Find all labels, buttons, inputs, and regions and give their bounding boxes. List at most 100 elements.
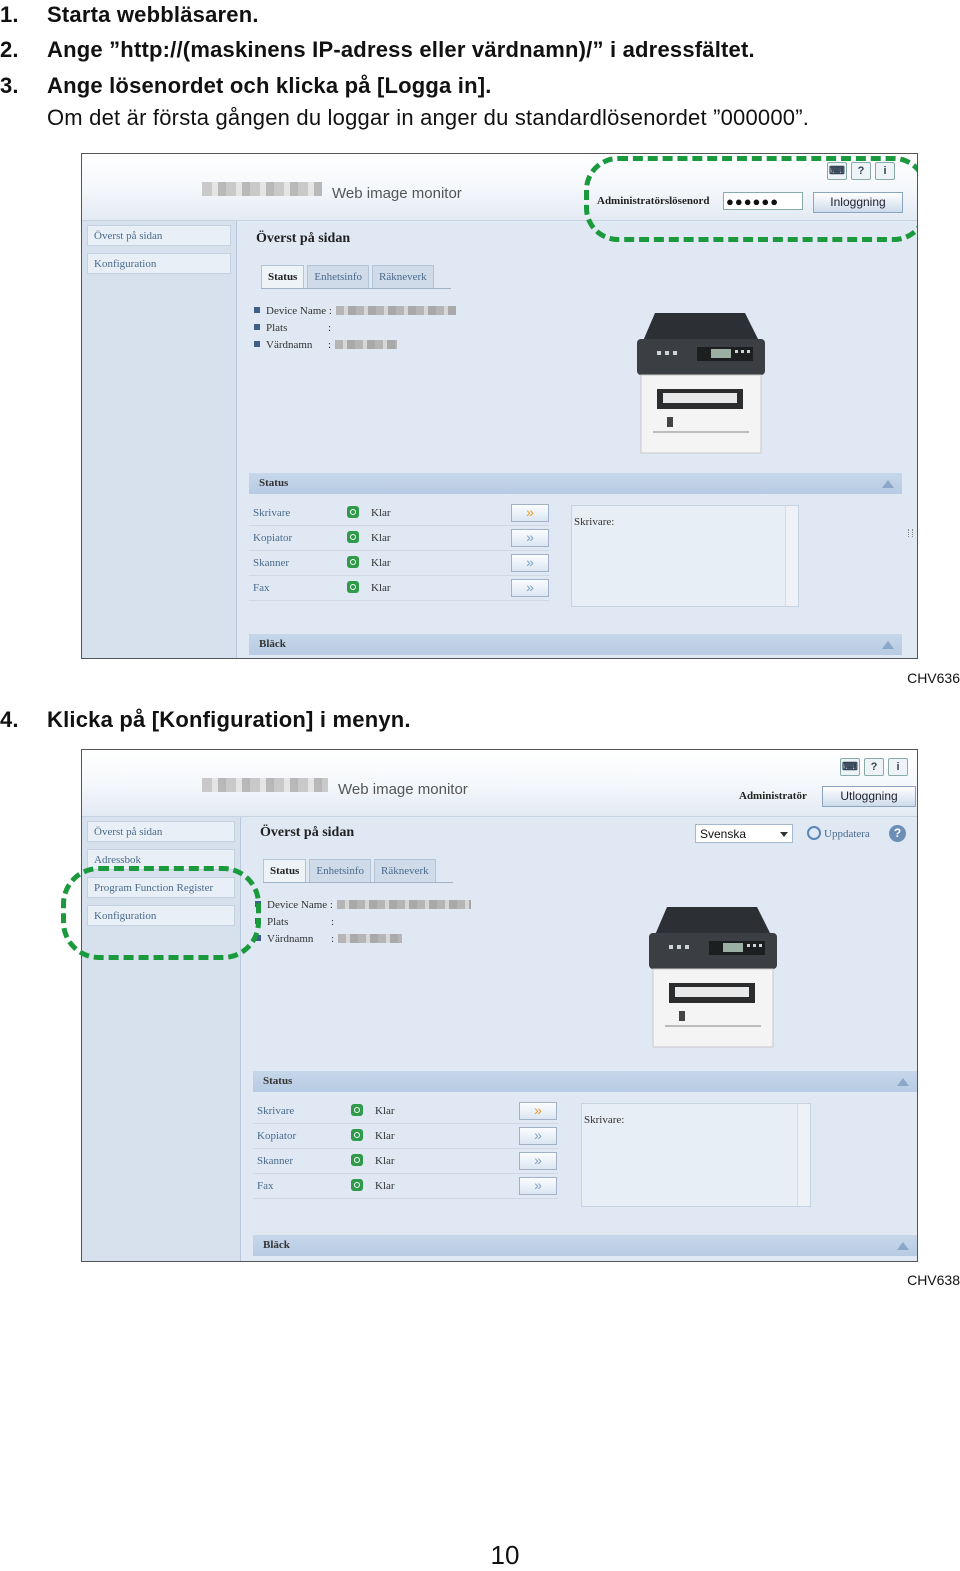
main-content: Överst på sidan Status Enhetsinfo Räknev… — [237, 221, 917, 658]
ready-icon — [347, 531, 359, 543]
info-separator: : — [328, 322, 332, 334]
status-detail-panel[interactable]: Skrivare: — [571, 505, 799, 607]
table-row: Skanner Klar » — [253, 1149, 558, 1174]
status-name[interactable]: Fax — [253, 576, 270, 600]
bullet-icon — [254, 341, 260, 347]
details-arrow-button[interactable]: » — [519, 1152, 557, 1170]
login-highlight — [584, 156, 917, 242]
step-text: Klicka på [Konfiguration] i menyn. — [47, 707, 411, 732]
status-value: Klar — [371, 582, 391, 594]
details-arrow-button[interactable]: » — [511, 579, 549, 597]
ready-icon — [347, 556, 359, 568]
status-detail-panel[interactable]: Skrivare: — [581, 1103, 811, 1207]
ink-section-header[interactable]: Bläck — [253, 1235, 917, 1256]
tab-underline — [263, 882, 453, 883]
section-title: Status — [259, 477, 289, 489]
info-separator: : — [331, 916, 335, 928]
status-section-header[interactable]: Status — [253, 1071, 917, 1092]
device-info: Device Name : Plats: Värdnamn: — [254, 305, 456, 356]
help-button[interactable]: ? — [889, 825, 906, 842]
collapse-icon[interactable] — [897, 1242, 909, 1250]
figure-code: CHV636 — [907, 670, 960, 686]
step-text: Ange lösenordet och klicka på [Logga in]… — [47, 73, 492, 98]
tab-status[interactable]: Status — [261, 265, 305, 288]
page-title: Överst på sidan — [260, 825, 355, 840]
blurred-value — [335, 306, 456, 315]
info-label: Värdnamn — [266, 339, 313, 351]
bullet-icon — [254, 324, 260, 330]
blurred-value — [335, 340, 398, 349]
ready-icon — [351, 1179, 363, 1191]
status-name[interactable]: Skanner — [257, 1149, 293, 1173]
tab-device-info[interactable]: Enhetsinfo — [307, 265, 370, 288]
printer-image — [649, 907, 777, 1048]
details-arrow-button[interactable]: » — [511, 529, 549, 547]
status-section-header[interactable]: Status — [249, 473, 902, 494]
table-row: Fax Klar » — [253, 1174, 558, 1199]
status-name[interactable]: Skrivare — [257, 1099, 294, 1123]
info-row: Värdnamn: — [255, 933, 471, 950]
logout-button[interactable]: Utloggning — [822, 786, 916, 807]
details-arrow-button[interactable]: » — [511, 504, 549, 522]
tab-bar: Status Enhetsinfo Räkneverk — [263, 859, 436, 882]
collapse-icon[interactable] — [897, 1078, 909, 1086]
step-number: 2. — [0, 37, 19, 62]
configuration-highlight — [61, 866, 261, 960]
status-name[interactable]: Kopiator — [253, 526, 292, 550]
refresh-button[interactable]: Uppdatera — [807, 826, 870, 840]
status-value: Klar — [375, 1155, 395, 1167]
details-arrow-button[interactable]: » — [519, 1177, 557, 1195]
status-name[interactable]: Fax — [257, 1174, 274, 1198]
screenshot-menu: Web image monitor ⌨ ? i Administratör Ut… — [81, 749, 918, 1262]
collapse-icon[interactable] — [882, 641, 894, 649]
table-row: Skrivare Klar » — [253, 1099, 558, 1124]
resize-handle[interactable] — [908, 529, 913, 537]
status-name[interactable]: Kopiator — [257, 1124, 296, 1148]
help-icon[interactable]: ? — [864, 758, 884, 776]
info-row: Plats: — [254, 322, 456, 339]
page-title: Överst på sidan — [256, 231, 351, 246]
tab-counter[interactable]: Räkneverk — [374, 859, 436, 882]
info-separator: : — [328, 339, 332, 351]
blurred-value — [338, 934, 403, 943]
keyboard-icon[interactable]: ⌨ — [840, 758, 860, 776]
status-value: Klar — [371, 557, 391, 569]
bullet-icon — [254, 307, 260, 313]
info-icon[interactable]: i — [888, 758, 908, 776]
screenshot-login: Web image monitor ⌨ ? i Administratörslö… — [81, 153, 918, 659]
status-value: Klar — [375, 1180, 395, 1192]
scrollbar[interactable] — [785, 506, 798, 606]
sidebar-item-top-page[interactable]: Överst på sidan — [87, 225, 231, 246]
header-tools: ⌨ ? i — [840, 758, 908, 776]
table-row: Skrivare Klar » — [249, 501, 549, 526]
details-arrow-button[interactable]: » — [519, 1102, 557, 1120]
details-arrow-button[interactable]: » — [519, 1127, 557, 1145]
step-3-note: Om det är första gången du loggar in ang… — [47, 105, 810, 130]
header-title: Web image monitor — [332, 185, 462, 202]
scrollbar[interactable] — [797, 1104, 810, 1206]
section-title: Bläck — [259, 638, 286, 650]
info-row: Värdnamn: — [254, 339, 456, 356]
blurred-logo — [202, 182, 322, 196]
collapse-icon[interactable] — [882, 480, 894, 488]
status-value: Klar — [371, 507, 391, 519]
panel-text: Skrivare: — [584, 1114, 625, 1126]
status-name[interactable]: Skanner — [253, 551, 289, 575]
tab-device-info[interactable]: Enhetsinfo — [309, 859, 372, 882]
sidebar-item-configuration[interactable]: Konfiguration — [87, 253, 231, 274]
table-row: Skanner Klar » — [249, 551, 549, 576]
ready-icon — [351, 1154, 363, 1166]
tab-status[interactable]: Status — [263, 859, 307, 882]
info-row: Device Name : — [254, 305, 456, 322]
language-select[interactable]: Svenska — [695, 824, 793, 843]
blurred-value — [336, 900, 471, 909]
tab-counter[interactable]: Räkneverk — [372, 265, 434, 288]
table-row: Kopiator Klar » — [249, 526, 549, 551]
section-title: Bläck — [263, 1239, 290, 1251]
sidebar-item-top-page[interactable]: Överst på sidan — [87, 821, 235, 842]
details-arrow-button[interactable]: » — [511, 554, 549, 572]
status-value: Klar — [375, 1130, 395, 1142]
panel-text: Skrivare: — [574, 516, 615, 528]
ink-section-header[interactable]: Bläck — [249, 634, 902, 655]
status-name[interactable]: Skrivare — [253, 501, 290, 525]
